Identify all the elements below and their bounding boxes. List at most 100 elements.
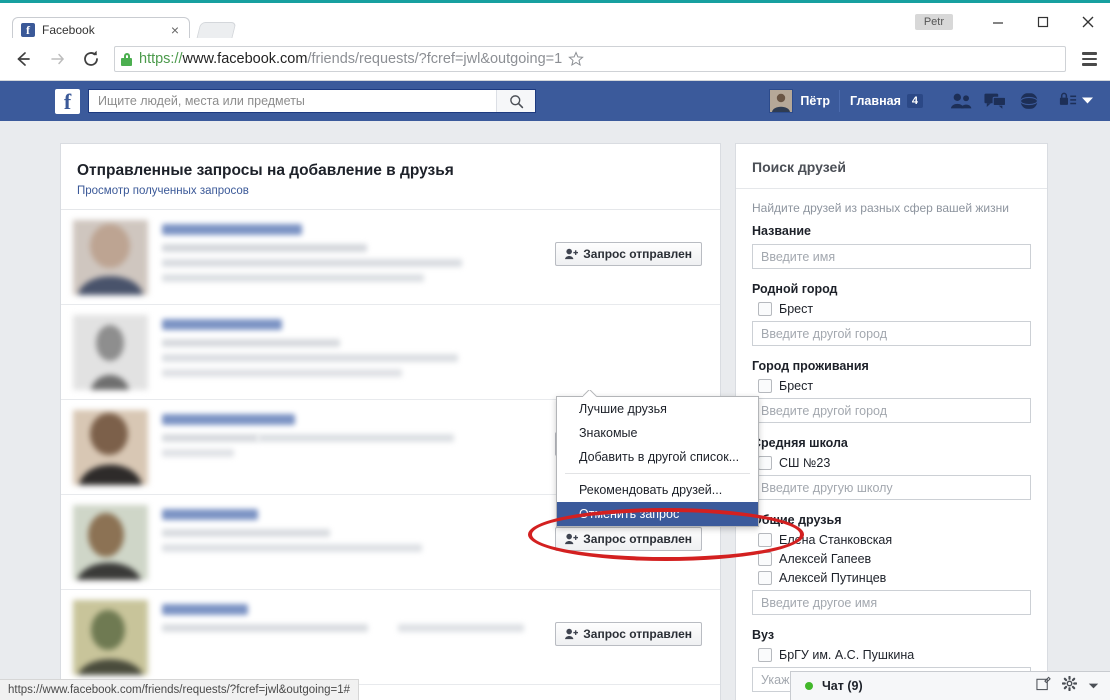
checkbox-label: СШ №23 bbox=[779, 456, 831, 470]
checkbox-row[interactable]: Брест bbox=[758, 379, 1031, 393]
reload-icon[interactable] bbox=[74, 42, 108, 76]
facebook-navbar-right: Пётр Главная 4 bbox=[760, 81, 1110, 121]
home-badge: 4 bbox=[906, 94, 923, 108]
browser-menu-icon[interactable] bbox=[1074, 42, 1104, 76]
filter-label: Вуз bbox=[752, 628, 775, 642]
hometown-input[interactable]: Введите другой город bbox=[752, 321, 1031, 346]
avatar[interactable] bbox=[73, 600, 148, 675]
filter-group-name: Название Введите имя bbox=[752, 224, 1031, 269]
checkbox-label: Алексей Гапеев bbox=[779, 552, 872, 566]
close-tab-icon[interactable]: × bbox=[169, 23, 181, 37]
close-icon[interactable] bbox=[1065, 7, 1110, 37]
checkbox-icon[interactable] bbox=[758, 456, 772, 470]
browser-tab-title: Facebook bbox=[42, 22, 95, 37]
facebook-favicon-icon: f bbox=[21, 22, 35, 37]
menu-item-cancel-request[interactable]: Отменить запрос bbox=[557, 502, 758, 526]
checkbox-icon[interactable] bbox=[758, 648, 772, 662]
chat-bar[interactable]: Чат (9) bbox=[790, 671, 1110, 700]
minimize-icon[interactable] bbox=[975, 7, 1020, 37]
checkbox-icon[interactable] bbox=[758, 571, 772, 585]
request-sent-button[interactable]: Запрос отправлен bbox=[555, 622, 702, 646]
checkbox-row[interactable]: Алексей Путинцев bbox=[758, 571, 1031, 585]
privacy-lock-icon[interactable] bbox=[1059, 91, 1077, 112]
filter-group-mutual-friends: Общие друзья Елена Станковская Алексей Г… bbox=[752, 513, 1031, 615]
chevron-down-icon[interactable] bbox=[1088, 677, 1099, 695]
checkbox-row[interactable]: Брест bbox=[758, 302, 1031, 316]
url-path: /friends/requests/?fcref=jwl&outgoing=1 bbox=[307, 51, 563, 67]
checkbox-icon[interactable] bbox=[758, 302, 772, 316]
profile-link[interactable]: Пётр bbox=[760, 87, 839, 115]
request-info bbox=[148, 315, 708, 377]
home-label: Главная bbox=[850, 94, 901, 108]
checkbox-icon[interactable] bbox=[758, 552, 772, 566]
avatar[interactable] bbox=[73, 505, 148, 580]
browser-tabstrip: f Facebook × Petr bbox=[0, 3, 1110, 42]
filter-label: Город проживания bbox=[752, 359, 869, 373]
avatar[interactable] bbox=[73, 315, 148, 390]
filter-label: Средняя школа bbox=[752, 436, 848, 450]
filter-group-hometown: Родной город Брест Введите другой город bbox=[752, 282, 1031, 346]
checkbox-icon[interactable] bbox=[758, 379, 772, 393]
checkbox-row[interactable]: СШ №23 bbox=[758, 456, 1031, 470]
checkbox-row[interactable]: Елена Станковская bbox=[758, 533, 1031, 547]
menu-item-close-friends[interactable]: Лучшие друзья bbox=[557, 397, 758, 421]
chat-label: Чат (9) bbox=[822, 679, 863, 693]
request-sent-label: Запрос отправлен bbox=[583, 532, 692, 546]
checkbox-label: Брест bbox=[779, 379, 814, 393]
privacy-settings-group[interactable] bbox=[1059, 91, 1094, 112]
checkbox-row[interactable]: БрГУ им. А.С. Пушкина bbox=[758, 648, 1031, 662]
forward-icon[interactable] bbox=[40, 42, 74, 76]
dropdown-caret-icon bbox=[583, 390, 597, 397]
filter-group-high-school: Средняя школа СШ №23 Введите другую школ… bbox=[752, 436, 1031, 500]
browser-toolbar: https://www.facebook.com/friends/request… bbox=[0, 38, 1110, 81]
status-bar: https://www.facebook.com/friends/request… bbox=[0, 679, 359, 700]
avatar bbox=[769, 89, 794, 113]
mutual-friend-input[interactable]: Введите другое имя bbox=[752, 590, 1031, 615]
gear-icon[interactable] bbox=[1061, 675, 1078, 696]
current-city-input[interactable]: Введите другой город bbox=[752, 398, 1031, 423]
avatar[interactable] bbox=[73, 410, 148, 485]
address-bar[interactable]: https://www.facebook.com/friends/request… bbox=[114, 46, 1066, 72]
sidebar-filters: Найдите друзей из разных сфер вашей жизн… bbox=[736, 189, 1047, 692]
facebook-navbar: f Ищите людей, места или предметы Пётр Г… bbox=[0, 81, 1110, 122]
menu-item-acquaintances[interactable]: Знакомые bbox=[557, 421, 758, 445]
bookmark-star-icon[interactable] bbox=[562, 51, 590, 67]
sidebar-title: Поиск друзей bbox=[752, 159, 846, 175]
search-icon[interactable] bbox=[496, 90, 535, 112]
high-school-input[interactable]: Введите другую школу bbox=[752, 475, 1031, 500]
menu-item-suggest-friends[interactable]: Рекомендовать друзей... bbox=[557, 478, 758, 502]
maximize-icon[interactable] bbox=[1020, 7, 1065, 37]
url-scheme: https:// bbox=[139, 51, 183, 67]
checkbox-label: БрГУ им. А.С. Пушкина bbox=[779, 648, 915, 662]
friend-requests-icon[interactable] bbox=[945, 87, 977, 115]
filter-label: Общие друзья bbox=[752, 513, 842, 527]
chevron-down-icon[interactable] bbox=[1081, 92, 1094, 110]
facebook-logo-icon[interactable]: f bbox=[55, 88, 80, 114]
checkbox-icon[interactable] bbox=[758, 533, 772, 547]
panel-header: Отправленные запросы на добавление в дру… bbox=[61, 144, 720, 209]
friend-options-dropdown: Лучшие друзья Знакомые Добавить в другой… bbox=[556, 396, 759, 527]
messages-icon[interactable] bbox=[979, 87, 1011, 115]
person-add-icon bbox=[565, 248, 579, 260]
facebook-search-box[interactable]: Ищите людей, места или предметы bbox=[88, 89, 536, 113]
name-input[interactable]: Введите имя bbox=[752, 244, 1031, 269]
notifications-globe-icon[interactable] bbox=[1013, 87, 1045, 115]
person-add-icon bbox=[565, 628, 579, 640]
request-sent-button[interactable]: Запрос отправлен bbox=[555, 527, 702, 551]
search-input[interactable]: Ищите людей, места или предметы bbox=[89, 94, 496, 108]
menu-item-add-to-other-list[interactable]: Добавить в другой список... bbox=[557, 445, 758, 469]
checkbox-label: Елена Станковская bbox=[779, 533, 893, 547]
home-link[interactable]: Главная 4 bbox=[840, 87, 933, 115]
address-bar-url: https://www.facebook.com/friends/request… bbox=[139, 51, 562, 67]
request-sent-button[interactable]: Запрос отправлен bbox=[555, 242, 702, 266]
back-icon[interactable] bbox=[6, 42, 40, 76]
compose-message-icon[interactable] bbox=[1036, 676, 1051, 696]
filter-label: Название bbox=[752, 224, 812, 238]
chat-tools bbox=[1036, 675, 1110, 696]
menu-separator bbox=[565, 473, 750, 474]
checkbox-row[interactable]: Алексей Гапеев bbox=[758, 552, 1031, 566]
sidebar-header: Поиск друзей bbox=[736, 144, 1047, 189]
view-received-requests-link[interactable]: Просмотр полученных запросов bbox=[77, 185, 720, 197]
avatar[interactable] bbox=[73, 220, 148, 295]
browser-user-profile-button[interactable]: Petr bbox=[914, 14, 953, 30]
